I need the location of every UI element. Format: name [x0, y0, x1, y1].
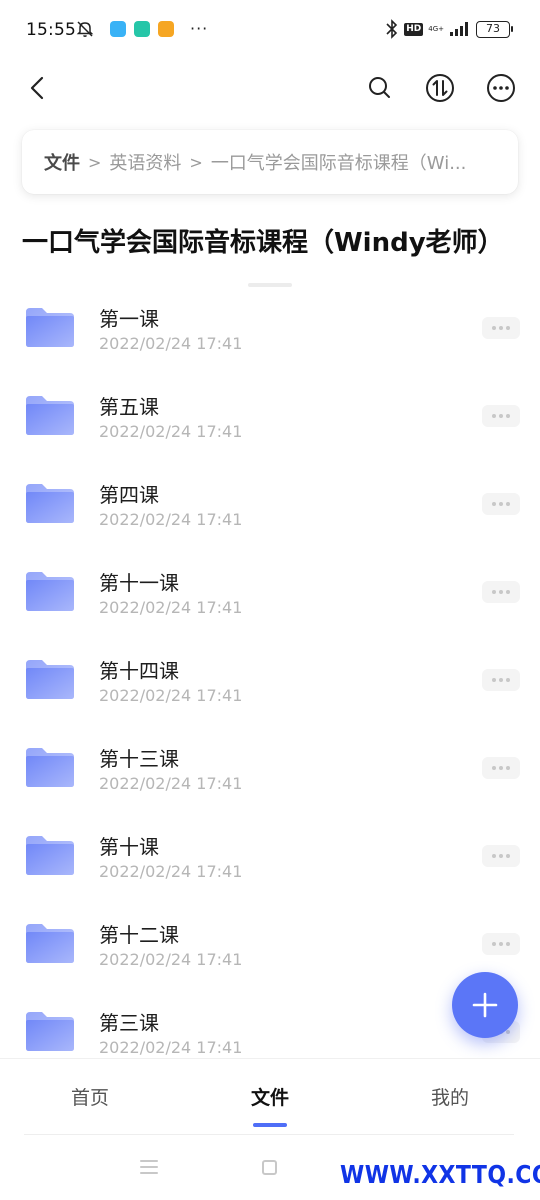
folder-name: 第五课: [99, 395, 159, 419]
list-item[interactable]: 第一课 2022/02/24 17:41: [0, 272, 540, 360]
folder-icon: [26, 836, 74, 875]
video-app-icon: [134, 21, 150, 37]
file-list: 第一课 2022/02/24 17:41 第五课 2022/02/24 17:41 第四…: [0, 272, 540, 1058]
breadcrumb: 文件 > 英语资料 > 一口气学会国际音标课程（Wi...: [22, 130, 518, 194]
reading-app-icon: [158, 21, 174, 37]
more-icon: [487, 74, 515, 102]
add-button[interactable]: [452, 972, 518, 1038]
list-item[interactable]: 第十二课 2022/02/24 17:41: [0, 888, 540, 976]
row-more-button[interactable]: [482, 845, 520, 867]
folder-name: 第十一课: [99, 571, 179, 595]
top-nav: [0, 62, 540, 116]
folder-date: 2022/02/24 17:41: [99, 510, 243, 529]
folder-date: 2022/02/24 17:41: [99, 774, 243, 793]
list-item[interactable]: 第十一课 2022/02/24 17:41: [0, 536, 540, 624]
menu-icon[interactable]: [140, 1160, 158, 1174]
list-item[interactable]: 第十课 2022/02/24 17:41: [0, 800, 540, 888]
status-time: 15:55: [26, 20, 76, 40]
back-button[interactable]: [20, 70, 56, 106]
folder-date: 2022/02/24 17:41: [99, 598, 243, 617]
folder-icon: [26, 308, 74, 347]
folder-date: 2022/02/24 17:41: [99, 950, 243, 969]
folder-name: 第十四课: [99, 659, 179, 683]
folder-date: 2022/02/24 17:41: [99, 686, 243, 705]
folder-icon: [26, 572, 74, 611]
folder-icon: [26, 924, 74, 963]
hd-badge: HD: [404, 22, 424, 36]
watermark: WWW.XXTTQ.COM: [340, 1160, 540, 1189]
home-icon[interactable]: [262, 1160, 277, 1175]
battery-indicator: 73: [476, 20, 513, 38]
bottom-tab-bar: 首页 文件 我的: [0, 1058, 540, 1134]
mute-icon: [76, 21, 94, 37]
folder-icon: [26, 748, 74, 787]
row-more-button[interactable]: [482, 493, 520, 515]
file-browser-screen: 15:55 ··· HD 4G+ 73 文件 > 英语资料 > 一口气学会国际音…: [0, 0, 540, 1200]
folder-icon: [26, 396, 74, 435]
folder-icon: [26, 1012, 74, 1051]
folder-date: 2022/02/24 17:41: [99, 334, 243, 353]
network-indicator: 4G+: [428, 25, 444, 33]
active-tab-indicator: [253, 1123, 287, 1127]
breadcrumb-current: 一口气学会国际音标课程（Wi...: [210, 153, 467, 174]
folder-name: 第四课: [99, 483, 159, 507]
folder-name: 第三课: [99, 1011, 159, 1035]
search-icon: [369, 77, 390, 98]
folder-icon: [26, 484, 74, 523]
folder-name: 第十二课: [99, 923, 179, 947]
folder-name: 第十三课: [99, 747, 179, 771]
network-label: 4G+: [428, 25, 444, 33]
folder-name: 第十课: [99, 835, 159, 859]
more-options-button[interactable]: [483, 70, 519, 106]
sort-icon: [426, 74, 454, 102]
row-more-button[interactable]: [482, 669, 520, 691]
back-icon: [30, 76, 44, 100]
signal-icon: [450, 22, 468, 36]
status-more-indicator: ···: [190, 19, 209, 38]
list-item[interactable]: 第十三课 2022/02/24 17:41: [0, 712, 540, 800]
list-item[interactable]: 第四课 2022/02/24 17:41: [0, 448, 540, 536]
row-more-button[interactable]: [482, 933, 520, 955]
tab-home[interactable]: 首页: [50, 1083, 130, 1110]
status-right-icons: HD 4G+ 73: [385, 19, 513, 39]
row-more-button[interactable]: [482, 405, 520, 427]
breadcrumb-separator: >: [189, 152, 203, 172]
row-more-button[interactable]: [482, 317, 520, 339]
folder-icon: [26, 660, 74, 699]
folder-date: 2022/02/24 17:41: [99, 422, 243, 441]
folder-date: 2022/02/24 17:41: [99, 862, 243, 881]
divider: [24, 1134, 514, 1135]
app-notification-icon: [110, 21, 126, 37]
bluetooth-icon: [386, 19, 398, 39]
status-bar: 15:55 ··· HD 4G+ 73: [0, 0, 540, 62]
tab-files[interactable]: 文件: [230, 1083, 310, 1110]
folder-name: 第一课: [99, 307, 159, 331]
list-item[interactable]: 第五课 2022/02/24 17:41: [0, 360, 540, 448]
breadcrumb-root[interactable]: 文件: [44, 149, 80, 175]
status-left-icons: ···: [76, 20, 208, 38]
list-item[interactable]: 第十四课 2022/02/24 17:41: [0, 624, 540, 712]
folder-date: 2022/02/24 17:41: [99, 1038, 243, 1057]
breadcrumb-parent[interactable]: 英语资料: [109, 149, 181, 175]
tab-mine[interactable]: 我的: [410, 1083, 490, 1110]
search-button[interactable]: [362, 70, 398, 106]
plus-icon: [472, 992, 498, 1018]
sort-button[interactable]: [422, 70, 458, 106]
breadcrumb-separator: >: [88, 152, 102, 172]
row-more-button[interactable]: [482, 581, 520, 603]
row-more-button[interactable]: [482, 757, 520, 779]
folder-title: 一口气学会国际音标课程（Windy老师）: [22, 228, 504, 258]
